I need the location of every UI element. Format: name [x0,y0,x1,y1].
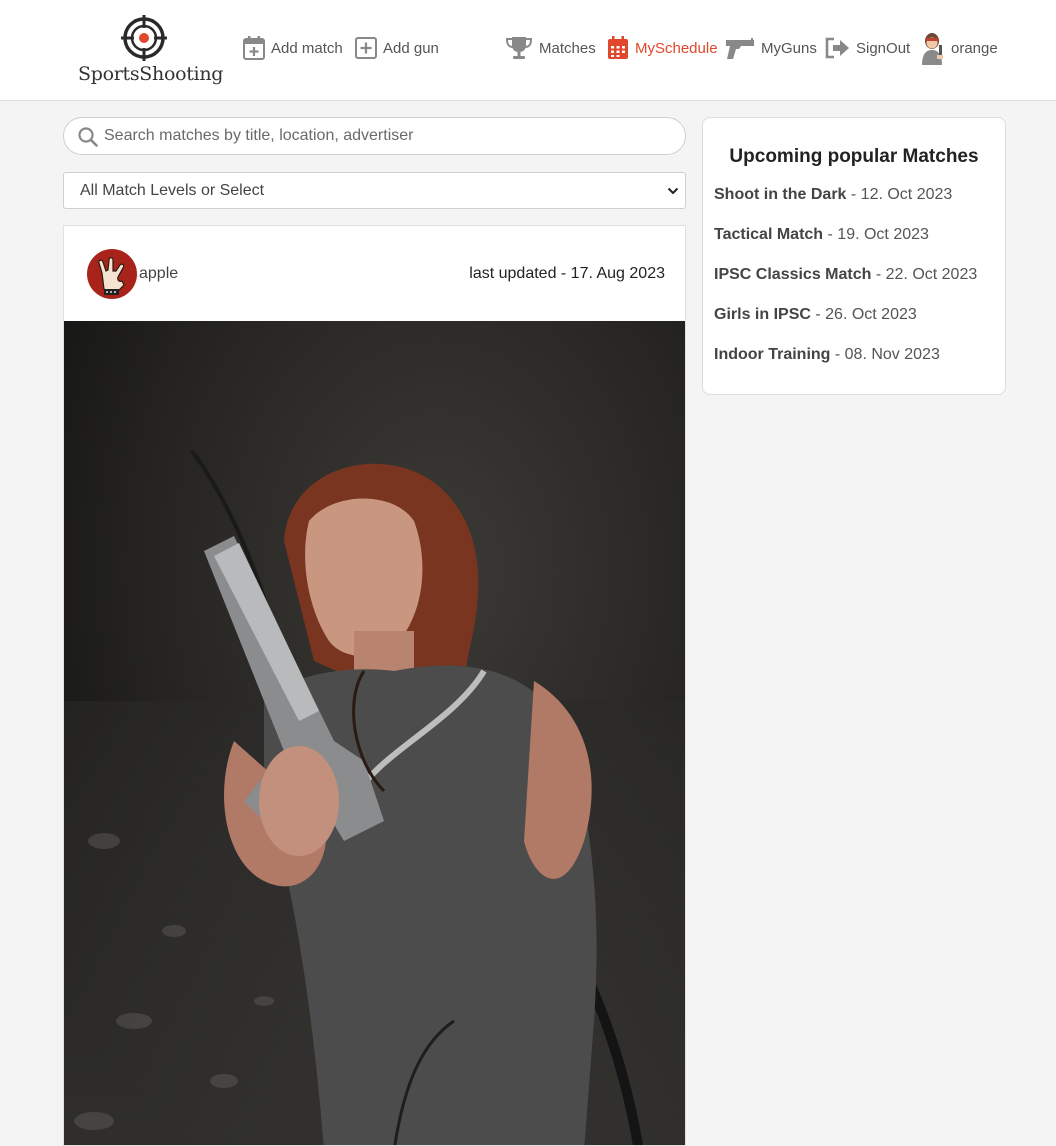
upcoming-matches-panel: Upcoming popular Matches Shoot in the Da… [702,117,1006,395]
nav-my-guns[interactable]: MyGuns [724,33,817,63]
match-date: - 26. Oct 2023 [810,306,917,323]
match-date: - 08. Nov 2023 [830,346,940,363]
user-avatar [922,33,943,65]
brand-logo[interactable]: SportsShooting [78,13,224,89]
calendar-icon [608,36,628,59]
match-title: Shoot in the Dark [714,186,847,203]
match-post-card: apple last updated - 17. Aug 2023 [63,225,686,1146]
match-title: Tactical Match [714,226,824,243]
chevron-down-icon [667,187,679,195]
post-header: apple last updated - 17. Aug 2023 [64,226,685,321]
trophy-icon [505,37,533,59]
author-avatar[interactable] [87,249,137,299]
pistol-icon [726,38,754,59]
crosshair-icon [121,15,167,61]
nav-my-schedule-label: MySchedule [635,39,718,57]
search-input[interactable] [104,118,674,154]
match-title: IPSC Classics Match [714,266,872,283]
nav-user-menu[interactable]: orange [917,33,998,65]
match-level-select[interactable]: All Match Levels or Select [63,172,686,209]
nav-user-label: orange [951,39,998,57]
match-photo-image [64,321,685,1145]
nav-sign-out-label: SignOut [856,39,911,57]
post-author[interactable]: apple [139,265,178,283]
nav-add-match-label: Add match [271,39,343,57]
nav-my-guns-label: MyGuns [761,39,817,57]
brand-name: SportsShooting [78,63,224,85]
upcoming-match-item[interactable]: Tactical Match - 19. Oct 2023 [714,226,977,266]
upcoming-match-item[interactable]: Girls in IPSC - 26. Oct 2023 [714,306,977,346]
nav-add-match[interactable]: Add match [242,33,343,63]
match-date: - 22. Oct 2023 [871,266,978,283]
search-bar[interactable] [63,117,686,155]
square-plus-icon [355,37,377,59]
nav-sign-out[interactable]: SignOut [824,33,910,63]
top-navbar: SportsShooting Add match Add gun Matches [0,0,1056,101]
upcoming-matches-list: Shoot in the Dark - 12. Oct 2023 Tactica… [714,186,977,386]
match-title: Indoor Training [714,346,831,363]
upcoming-matches-title: Upcoming popular Matches [729,146,979,167]
match-date: - 12. Oct 2023 [846,186,953,203]
upcoming-match-item[interactable]: Shoot in the Dark - 12. Oct 2023 [714,186,977,226]
search-icon [78,127,98,147]
match-title: Girls in IPSC [714,306,811,323]
nav-matches-label: Matches [539,39,596,57]
upcoming-match-item[interactable]: Indoor Training - 08. Nov 2023 [714,346,977,386]
calendar-plus-icon [243,36,265,60]
nav-matches[interactable]: Matches [504,33,596,63]
post-updated: last updated - 17. Aug 2023 [469,265,665,282]
match-date: - 19. Oct 2023 [823,226,929,243]
upcoming-match-item[interactable]: IPSC Classics Match - 22. Oct 2023 [714,266,977,306]
match-level-selected: All Match Levels or Select [80,182,265,199]
sign-out-icon [825,37,849,59]
nav-add-gun[interactable]: Add gun [354,33,439,63]
match-photo[interactable] [64,321,685,1145]
nav-add-gun-label: Add gun [383,39,439,57]
rock-hand-icon [98,257,125,295]
nav-my-schedule[interactable]: MySchedule [606,33,718,63]
